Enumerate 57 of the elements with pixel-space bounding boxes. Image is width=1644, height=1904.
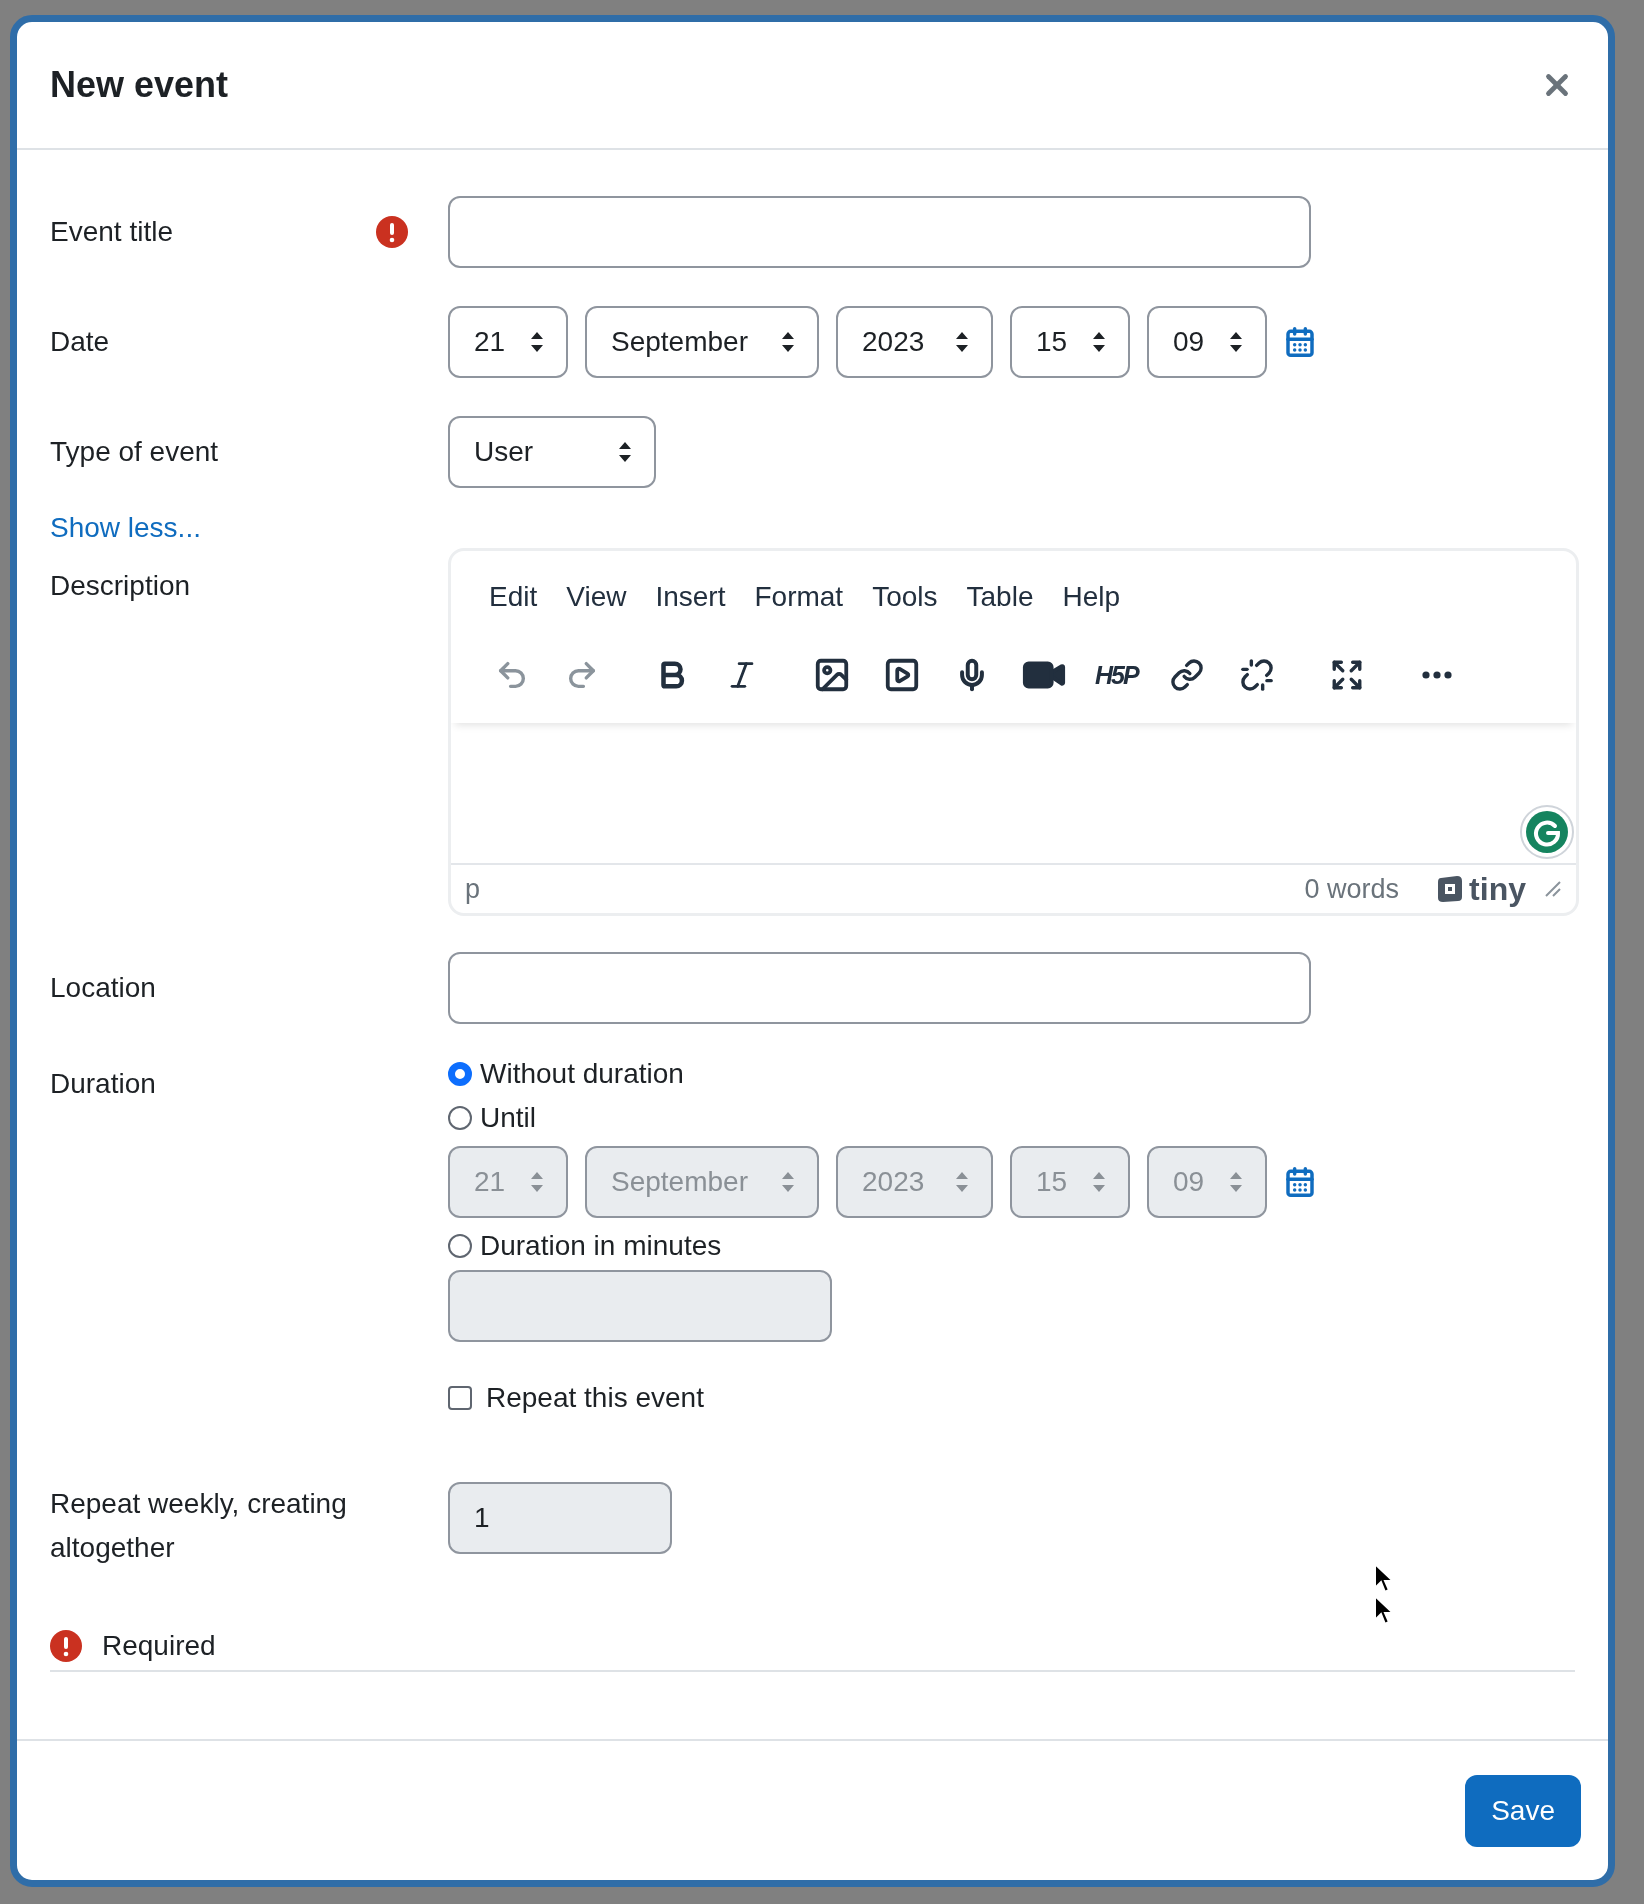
field-label: Location bbox=[50, 971, 156, 1005]
rich-text-editor[interactable]: Edit View Insert Format Tools Table Help H5P p 0 words tiny bbox=[448, 548, 1579, 916]
date-select[interactable]: 15 bbox=[1010, 306, 1130, 378]
calendar-icon[interactable] bbox=[1284, 1166, 1316, 1198]
save-button[interactable]: Save bbox=[1465, 1774, 1581, 1847]
grammar-assistant-icon[interactable] bbox=[1520, 805, 1574, 859]
menu-item[interactable]: Format bbox=[742, 575, 861, 619]
dialog-title: New event bbox=[50, 64, 229, 106]
alert-icon bbox=[376, 216, 408, 248]
date-select[interactable]: September bbox=[585, 306, 819, 378]
element-path[interactable]: p bbox=[465, 873, 1305, 905]
date-select[interactable]: 09 bbox=[1147, 306, 1267, 378]
field-label: Event title bbox=[50, 215, 173, 249]
alert-icon bbox=[50, 1630, 82, 1662]
resize-handle-icon[interactable] bbox=[1544, 880, 1562, 898]
event-title-field[interactable] bbox=[448, 196, 1311, 268]
location-field[interactable] bbox=[448, 952, 1311, 1024]
menu-item[interactable]: View bbox=[554, 575, 644, 619]
show-less-link[interactable]: Show less... bbox=[50, 508, 201, 548]
caret-icon bbox=[1092, 331, 1106, 353]
play-icon bbox=[883, 656, 921, 694]
date-select[interactable]: 21 bbox=[448, 306, 568, 378]
caret-icon bbox=[530, 331, 544, 353]
field-label: Duration bbox=[50, 1067, 156, 1101]
h5p-button[interactable]: H5P bbox=[1091, 649, 1142, 701]
field-label: Description bbox=[50, 569, 191, 603]
image-icon bbox=[813, 656, 851, 694]
more-icon bbox=[1421, 671, 1452, 679]
field-label: Type of event bbox=[50, 435, 219, 469]
caret-icon bbox=[618, 441, 632, 463]
calendar-icon[interactable] bbox=[1284, 326, 1316, 358]
caret-icon bbox=[955, 331, 969, 353]
date-select[interactable]: 2023 bbox=[836, 306, 993, 378]
event-type-select[interactable]: User bbox=[448, 416, 656, 488]
menu-item[interactable]: Tools bbox=[860, 575, 955, 619]
required-note: Required bbox=[102, 1629, 216, 1663]
word-count[interactable]: 0 words bbox=[1304, 873, 1400, 905]
brand-logo[interactable]: tiny bbox=[1435, 870, 1526, 908]
caret-icon bbox=[1229, 1171, 1243, 1193]
field-label: Repeat weekly, creating altogether bbox=[50, 1487, 348, 1565]
caret-icon bbox=[781, 331, 795, 353]
field-label: Date bbox=[50, 325, 110, 359]
repeat-checkbox[interactable]: Repeat this event bbox=[448, 1376, 704, 1420]
menu-item[interactable]: Insert bbox=[643, 575, 743, 619]
caret-icon bbox=[781, 1171, 795, 1193]
radio-option[interactable]: Until bbox=[448, 1096, 536, 1140]
link-icon bbox=[1169, 658, 1204, 692]
radio-option[interactable]: Duration in minutes bbox=[448, 1224, 722, 1268]
caret-icon bbox=[955, 1171, 969, 1193]
caret-icon bbox=[530, 1171, 544, 1193]
menu-item[interactable]: Table bbox=[954, 575, 1051, 619]
unlink-icon bbox=[1239, 658, 1274, 692]
caret-icon bbox=[1229, 331, 1243, 353]
radio-option[interactable]: Without duration bbox=[448, 1052, 684, 1096]
menu-item[interactable]: Help bbox=[1050, 575, 1138, 619]
caret-icon bbox=[1092, 1171, 1106, 1193]
menu-item[interactable]: Edit bbox=[477, 575, 555, 619]
